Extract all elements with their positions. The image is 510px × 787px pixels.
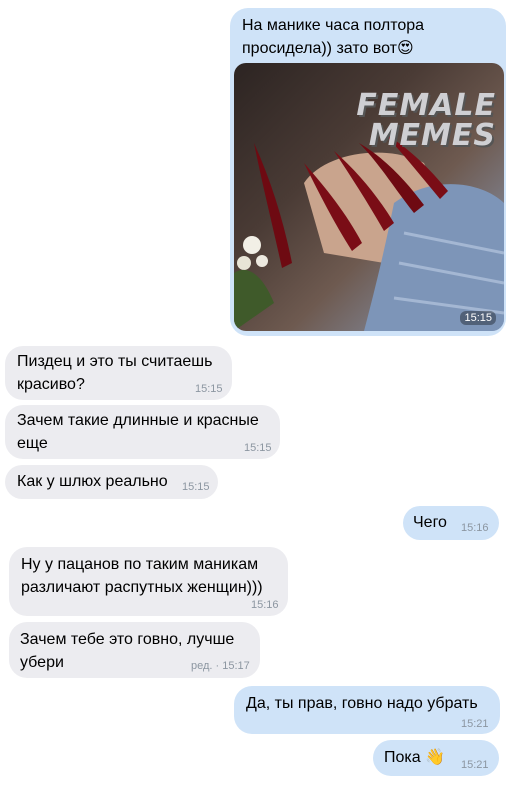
- message-text: Зачем такие длинные и красные еще: [17, 412, 259, 452]
- message-text: Как у шлюх реально: [17, 473, 168, 490]
- message-time: ред. · 15:17: [191, 660, 250, 672]
- message-text: На манике часа полтора просидела)) зато …: [242, 17, 425, 57]
- outgoing-message[interactable]: Да, ты прав, говно надо убрать 15:21: [234, 686, 500, 734]
- message-time: 15:21: [461, 759, 489, 771]
- watermark-text: FEMALE MEMES: [356, 88, 496, 153]
- message-time: 15:21: [461, 718, 489, 730]
- incoming-message[interactable]: Как у шлюх реально 15:15: [5, 465, 218, 499]
- message-time: 15:15: [460, 311, 496, 325]
- message-time: 15:16: [251, 599, 279, 611]
- message-text: Да, ты прав, говно надо убрать: [246, 695, 478, 712]
- message-text: Чего: [413, 514, 447, 531]
- message-text: Пока 👋: [384, 749, 446, 766]
- outgoing-message[interactable]: Чего 15:16: [403, 506, 499, 540]
- message-time: 15:16: [461, 522, 489, 534]
- attached-photo[interactable]: FEMALE MEMES 15:15: [234, 63, 504, 331]
- message-time: 15:15: [195, 383, 223, 395]
- incoming-message[interactable]: Зачем тебе это говно, лучше убери ред. ·…: [9, 622, 260, 678]
- incoming-message[interactable]: Пиздец и это ты считаешь красиво? 15:15: [5, 346, 232, 400]
- message-text: Ну у пацанов по таким маникам различают …: [21, 556, 263, 596]
- outgoing-message[interactable]: Пока 👋 15:21: [373, 740, 499, 776]
- message-text: Пиздец и это ты считаешь красиво?: [17, 353, 213, 393]
- incoming-message[interactable]: Ну у пацанов по таким маникам различают …: [9, 547, 288, 616]
- message-time: 15:15: [182, 481, 210, 493]
- message-time: 15:15: [244, 442, 272, 454]
- incoming-message[interactable]: Зачем такие длинные и красные еще 15:15: [5, 405, 280, 459]
